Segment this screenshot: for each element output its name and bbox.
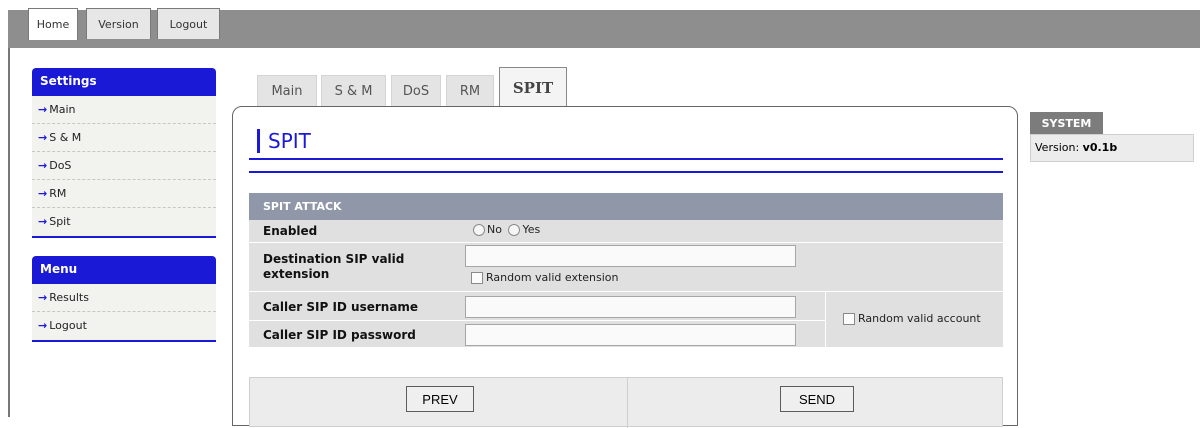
page-title: SPIT [257, 129, 311, 153]
version-label: Version: [1035, 141, 1080, 154]
arrow-right-icon: → [38, 103, 48, 116]
sidebar-item-label: S & M [49, 131, 82, 144]
sidebar-item-label: Main [49, 103, 76, 116]
arrow-right-icon: → [38, 291, 48, 304]
spit-panel: SPIT SPIT ATTACK Enabled No Yes Destinat… [232, 106, 1018, 428]
send-button[interactable]: SEND [780, 386, 854, 412]
enabled-label: Enabled [263, 224, 318, 238]
sidebar-divider [32, 340, 216, 342]
prev-button[interactable]: PREV [406, 386, 474, 412]
tab-spit[interactable]: SPIT [499, 67, 567, 107]
random-extension-option: Random valid extension [471, 271, 619, 284]
top-tab-home[interactable]: Home [28, 8, 78, 40]
random-account-checkbox[interactable] [843, 313, 855, 325]
system-heading: SYSTEM [1030, 112, 1103, 134]
top-tab-version[interactable]: Version [86, 8, 151, 39]
version-value: v0.1b [1082, 141, 1118, 154]
sidebar-item-label: RM [49, 187, 67, 200]
arrow-right-icon: → [38, 131, 48, 144]
tab-dos[interactable]: DoS [391, 75, 441, 106]
sidebar-item-main[interactable]: → Main [32, 96, 216, 124]
title-rule [249, 158, 1003, 160]
section-header: SPIT ATTACK [249, 193, 1003, 220]
settings-sidebar: Settings → Main → S & M → DoS → RM → Spit [32, 68, 216, 238]
arrow-right-icon: → [38, 319, 48, 332]
caller-username-input[interactable] [465, 296, 796, 318]
random-extension-checkbox[interactable] [471, 272, 483, 284]
menu-sidebar: Menu → Results → Logout [32, 256, 216, 342]
enabled-options: No Yes [473, 223, 540, 236]
caller-password-label: Caller SIP ID password [263, 328, 416, 342]
action-bar: PREV SEND [249, 377, 1003, 428]
left-border [8, 48, 10, 417]
destination-label-line2: extension [263, 267, 330, 281]
enabled-yes-label: Yes [522, 223, 541, 236]
arrow-right-icon: → [38, 187, 48, 200]
sidebar-item-label: DoS [49, 159, 72, 172]
enabled-no-label: No [487, 223, 502, 236]
random-extension-label: Random valid extension [486, 271, 619, 284]
destination-label: Destination SIP valid extension [263, 252, 404, 282]
enabled-row: Enabled No Yes [249, 220, 1003, 243]
top-tab-logout[interactable]: Logout [157, 8, 220, 39]
settings-heading: Settings [32, 68, 216, 96]
spit-attack-form: SPIT ATTACK Enabled No Yes Destination S… [249, 193, 1003, 348]
sidebar-divider [32, 236, 216, 238]
sidebar-item-label: Logout [49, 319, 87, 332]
arrow-right-icon: → [38, 215, 48, 228]
caller-password-input[interactable] [465, 324, 796, 346]
tab-s-and-m[interactable]: S & M [321, 75, 386, 106]
enabled-yes-radio[interactable] [508, 224, 521, 236]
sidebar-item-label: Results [49, 291, 89, 304]
arrow-right-icon: → [38, 159, 48, 172]
caller-username-label: Caller SIP ID username [263, 300, 419, 314]
action-divider [627, 378, 628, 428]
sidebar-item-dos[interactable]: → DoS [32, 152, 216, 180]
destination-extension-input[interactable] [465, 245, 796, 267]
sidebar-item-label: Spit [49, 215, 71, 228]
tab-rm[interactable]: RM [446, 75, 494, 106]
sidebar-item-spit[interactable]: → Spit [32, 208, 216, 236]
random-account-option: Random valid account [843, 312, 981, 325]
sidebar-item-rm[interactable]: → RM [32, 180, 216, 208]
system-info: Version: v0.1b [1030, 134, 1194, 162]
row-divider [249, 320, 825, 321]
enabled-no-radio[interactable] [473, 224, 485, 236]
title-rule [249, 171, 1003, 173]
caller-rows: Caller SIP ID username Caller SIP ID pas… [249, 292, 1003, 348]
random-account-label: Random valid account [858, 312, 981, 325]
sidebar-item-logout[interactable]: → Logout [32, 312, 216, 340]
destination-row: Destination SIP valid extension Random va… [249, 243, 1003, 292]
destination-label-line1: Destination SIP valid [263, 252, 405, 266]
sidebar-item-s-and-m[interactable]: → S & M [32, 124, 216, 152]
menu-heading: Menu [32, 256, 216, 284]
tab-main[interactable]: Main [257, 75, 317, 106]
sidebar-item-results[interactable]: → Results [32, 284, 216, 312]
column-divider [825, 292, 826, 348]
